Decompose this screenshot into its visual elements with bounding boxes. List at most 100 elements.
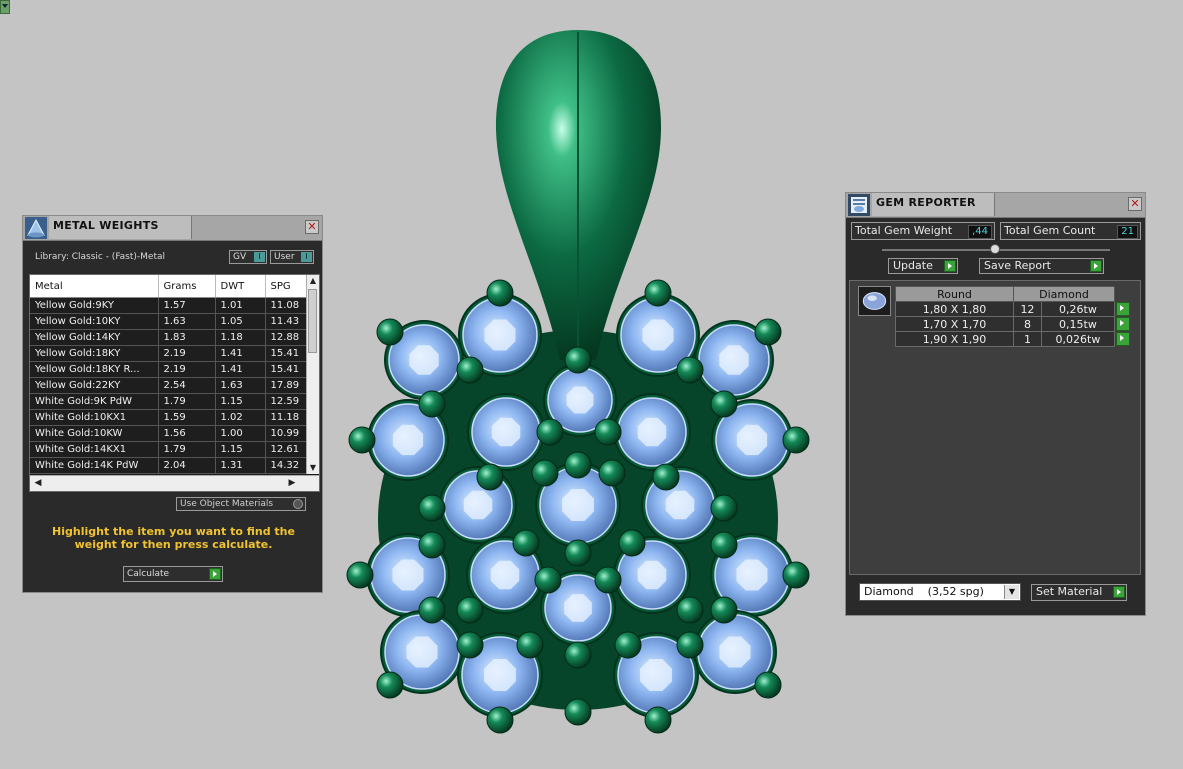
- prong-bead: [652, 463, 680, 491]
- metal-weights-icon: [25, 217, 47, 239]
- prong-bead: [782, 561, 810, 589]
- prong-bead: [418, 596, 446, 624]
- prong-bead: [564, 346, 592, 374]
- go-arrow-icon: [1090, 260, 1102, 272]
- cell-grams: 1.79: [158, 441, 216, 458]
- prong-bead: [564, 698, 592, 726]
- calculate-button[interactable]: Calculate: [123, 566, 223, 582]
- total-gem-weight-label: Total Gem Weight: [855, 224, 953, 237]
- scroll-right-icon[interactable]: ▶: [286, 477, 298, 489]
- gem-row[interactable]: 1,70 X 1,70 8 0,15tw: [895, 316, 1133, 332]
- gem-row[interactable]: 1,80 X 1,80 12 0,26tw: [895, 301, 1133, 317]
- select-gems-button[interactable]: [1116, 332, 1130, 346]
- cell-grams: 2.04: [158, 457, 216, 474]
- prong-bead: [676, 356, 704, 384]
- slider-knob[interactable]: [990, 244, 1000, 254]
- total-gem-weight-value: ,44: [968, 225, 992, 239]
- gem-row[interactable]: 1,90 X 1,90 1 0,026tw: [895, 331, 1133, 347]
- gem-count: 8: [1013, 316, 1042, 332]
- gem-reporter-icon: [848, 194, 870, 216]
- prong-bead: [598, 459, 626, 487]
- gv-toggle[interactable]: GV I: [229, 250, 267, 264]
- prong-bead: [644, 279, 672, 307]
- select-gems-button[interactable]: [1116, 317, 1130, 331]
- scroll-up-icon[interactable]: ▲: [308, 275, 318, 287]
- material-select-value: Diamond (3,52 spg): [864, 585, 984, 598]
- cell-grams: 1.56: [158, 425, 216, 442]
- go-arrow-icon: [944, 260, 956, 272]
- scroll-left-icon[interactable]: ◀: [32, 477, 44, 489]
- column-header-dwt[interactable]: DWT: [215, 275, 266, 298]
- prong-bead: [486, 706, 514, 734]
- report-slider[interactable]: [882, 244, 1110, 254]
- prong-bead: [710, 531, 738, 559]
- prong-bead: [476, 463, 504, 491]
- gem-size: 1,70 X 1,70: [895, 316, 1014, 332]
- table-row[interactable]: Yellow Gold:18KY R... 2.19 1.41 15.41: [30, 361, 314, 378]
- save-report-button[interactable]: Save Report: [979, 258, 1104, 274]
- cell-dwt: 1.01: [215, 297, 266, 314]
- gem-table: Round Diamond 1,80 X 1,80 12 0,26tw 1,70 X …: [895, 286, 1133, 347]
- table-row[interactable]: Yellow Gold:10KY 1.63 1.05 11.43: [30, 313, 314, 330]
- cell-grams: 1.83: [158, 329, 216, 346]
- round-diamond-icon[interactable]: [858, 286, 891, 316]
- column-header-grams[interactable]: Grams: [158, 275, 216, 298]
- prong-bead: [710, 596, 738, 624]
- table-row[interactable]: White Gold:9K PdW 1.79 1.15 12.59: [30, 393, 314, 410]
- set-material-button[interactable]: Set Material: [1031, 584, 1127, 601]
- gv-toggle-icon: I: [254, 252, 265, 262]
- close-button[interactable]: ✕: [1128, 197, 1142, 211]
- table-row[interactable]: White Gold:10KW 1.56 1.00 10.99: [30, 425, 314, 442]
- select-gems-button[interactable]: [1116, 302, 1130, 316]
- table-row[interactable]: White Gold:14KX1 1.79 1.15 12.61: [30, 441, 314, 458]
- prong-bead: [456, 356, 484, 384]
- save-report-label: Save Report: [984, 259, 1051, 272]
- gv-label: GV: [233, 252, 247, 262]
- prong-bead: [676, 596, 704, 624]
- gem-reporter-titlebar[interactable]: GEM REPORTER ✕: [846, 193, 1145, 218]
- prong-bead: [644, 706, 672, 734]
- user-toggle[interactable]: User I: [270, 250, 314, 264]
- gem-table-facet: [642, 319, 674, 351]
- user-label: User: [274, 252, 295, 262]
- metal-weights-titlebar[interactable]: METAL WEIGHTS ✕: [23, 216, 322, 241]
- cell-dwt: 1.15: [215, 441, 266, 458]
- horizontal-scrollbar[interactable]: ◀ ▶: [30, 475, 319, 491]
- go-arrow-icon: [1113, 586, 1125, 598]
- cell-metal: Yellow Gold:22KY: [30, 377, 159, 394]
- table-row[interactable]: Yellow Gold:22KY 2.54 1.63 17.89: [30, 377, 314, 394]
- gem-list-area: Round Diamond 1,80 X 1,80 12 0,26tw 1,70 X …: [849, 280, 1141, 575]
- cell-grams: 2.19: [158, 345, 216, 362]
- table-row[interactable]: Yellow Gold:9KY 1.57 1.01 11.08: [30, 297, 314, 314]
- gem-table-facet: [736, 559, 768, 591]
- material-select[interactable]: Diamond (3,52 spg) ▼: [859, 583, 1021, 601]
- cell-dwt: 1.05: [215, 313, 266, 330]
- update-button[interactable]: Update: [888, 258, 958, 274]
- gem-size: 1,80 X 1,80: [895, 301, 1014, 317]
- cell-metal: Yellow Gold:18KY R...: [30, 361, 159, 378]
- table-row[interactable]: White Gold:14K PdW 2.04 1.31 14.32: [30, 457, 314, 474]
- chevron-down-icon[interactable]: ▼: [1004, 585, 1019, 599]
- gem-count: 12: [1013, 301, 1042, 317]
- scroll-thumb[interactable]: [308, 289, 317, 353]
- cell-dwt: 1.00: [215, 425, 266, 442]
- table-row[interactable]: Yellow Gold:14KY 1.83 1.18 12.88: [30, 329, 314, 346]
- cell-dwt: 1.31: [215, 457, 266, 474]
- cell-metal: White Gold:9K PdW: [30, 393, 159, 410]
- scroll-down-icon[interactable]: ▼: [308, 462, 318, 474]
- use-object-materials-toggle[interactable]: Use Object Materials: [176, 497, 306, 511]
- toggle-indicator-icon: [293, 499, 303, 509]
- cell-dwt: 1.18: [215, 329, 266, 346]
- prong-bead: [754, 318, 782, 346]
- vertical-scrollbar[interactable]: ▲ ▼: [306, 275, 319, 474]
- column-header-metal[interactable]: Metal: [30, 275, 159, 298]
- table-row[interactable]: White Gold:10KX1 1.59 1.02 11.18: [30, 409, 314, 426]
- table-row[interactable]: Yellow Gold:18KY 2.19 1.41 15.41: [30, 345, 314, 362]
- cell-grams: 2.19: [158, 361, 216, 378]
- gem-weight: 0,15tw: [1040, 316, 1116, 332]
- prong-bead: [418, 390, 446, 418]
- prong-bead: [676, 631, 704, 659]
- prong-bead: [536, 418, 564, 446]
- column-header-material: Diamond: [1013, 286, 1115, 302]
- close-button[interactable]: ✕: [305, 220, 319, 234]
